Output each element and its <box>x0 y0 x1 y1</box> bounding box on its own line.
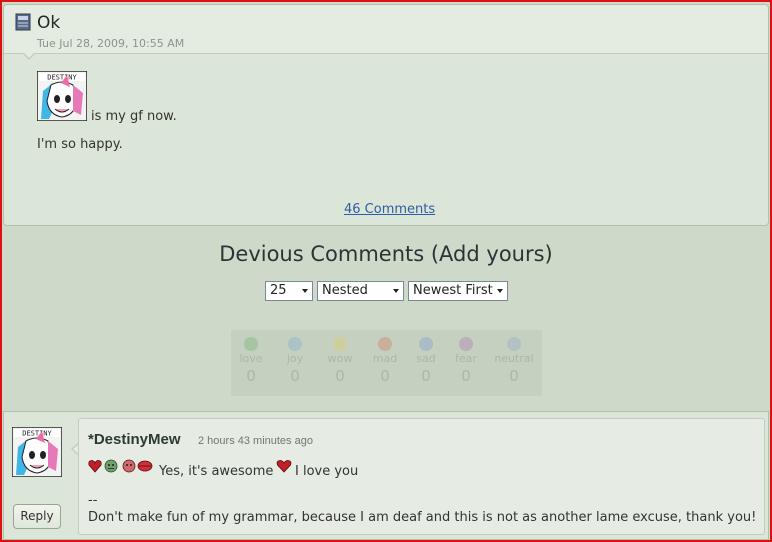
neutral-face-icon <box>507 337 521 351</box>
journal-icon <box>15 13 31 31</box>
mood-count: 0 <box>290 367 300 385</box>
mood-label: fear <box>455 352 477 365</box>
journal-title[interactable]: Ok <box>37 13 60 33</box>
header-notch <box>22 52 36 60</box>
comment-body: *DestinyMew 2 hours 43 minutes ago Yes, … <box>78 418 765 535</box>
love-face-icon <box>244 337 258 351</box>
wow-face-icon <box>333 337 347 351</box>
mood-count: 0 <box>509 367 519 385</box>
mood-count: 0 <box>421 367 431 385</box>
comment-text: Yes, it's awesome <box>159 464 274 479</box>
sad-face-icon <box>419 337 433 351</box>
destiny-avatar-icon[interactable]: DESTINY <box>12 427 62 477</box>
mood-mad[interactable]: mad 0 <box>365 334 405 385</box>
comment-username[interactable]: *DestinyMew <box>88 431 181 448</box>
select-value: 25 <box>270 283 287 298</box>
mood-joy[interactable]: joy 0 <box>275 334 315 385</box>
journal-date: Tue Jul 28, 2009, 10:55 AM <box>37 37 185 50</box>
mood-label: sad <box>416 352 436 365</box>
mood-label: wow <box>327 352 353 365</box>
mood-count: 0 <box>335 367 345 385</box>
mood-fear[interactable]: fear 0 <box>446 334 486 385</box>
view-mode-select[interactable]: Nested <box>317 281 404 301</box>
mood-count: 0 <box>461 367 471 385</box>
mood-label: neutral <box>494 352 534 365</box>
mood-love[interactable]: love 0 <box>231 334 271 385</box>
comment-timestamp[interactable]: 2 hours 43 minutes ago <box>198 435 313 447</box>
mad-face-icon <box>378 337 392 351</box>
mood-reactions-panel: love 0 joy 0 wow 0 mad 0 sad 0 fear 0 ne… <box>231 330 542 396</box>
journal-entry: Ok Tue Jul 28, 2009, 10:55 AM DESTINY is… <box>3 4 769 226</box>
comment-item: DESTINY Reply *DestinyMew 2 hours 43 min… <box>3 411 769 540</box>
mood-label: love <box>239 352 263 365</box>
comments-per-page-select[interactable]: 25 <box>265 281 313 301</box>
dropdown-arrow-icon <box>497 289 503 293</box>
destiny-avatar-icon[interactable]: DESTINY <box>37 71 87 121</box>
select-value: Nested <box>322 283 368 298</box>
signature-separator: -- <box>88 493 98 508</box>
mood-count: 0 <box>246 367 256 385</box>
joy-face-icon <box>288 337 302 351</box>
mood-neutral[interactable]: neutral 0 <box>493 334 535 385</box>
sort-order-select[interactable]: Newest First <box>408 281 508 301</box>
reply-button[interactable]: Reply <box>13 504 61 529</box>
mood-wow[interactable]: wow 0 <box>320 334 360 385</box>
mood-count: 0 <box>380 367 390 385</box>
journal-body-line: I'm so happy. <box>37 137 123 152</box>
comments-count-link[interactable]: 46 Comments <box>344 202 435 217</box>
heart-icon <box>276 460 292 473</box>
dropdown-arrow-icon <box>393 289 399 293</box>
select-value: Newest First <box>413 283 493 298</box>
mood-label: joy <box>286 352 304 365</box>
avatar-label: DESTINY <box>47 74 77 82</box>
comments-section-title: Devious Comments (Add yours) <box>219 242 553 266</box>
fear-face-icon <box>459 337 473 351</box>
mood-sad[interactable]: sad 0 <box>406 334 446 385</box>
mood-label: mad <box>372 352 398 365</box>
dropdown-arrow-icon <box>302 289 308 293</box>
emoticons-icon <box>88 459 153 473</box>
avatar-label: DESTINY <box>22 430 52 438</box>
comment-text: I love you <box>295 464 359 479</box>
journal-body-line: is my gf now. <box>91 109 177 124</box>
comment-signature: Don't make fun of my grammar, because I … <box>88 510 757 525</box>
